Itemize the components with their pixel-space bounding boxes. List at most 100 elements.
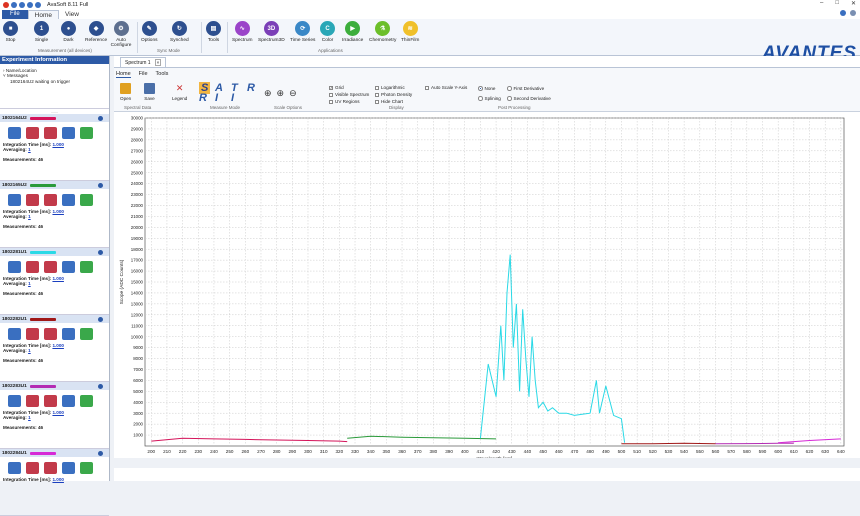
- averaging-link[interactable]: 1: [28, 415, 31, 420]
- checkbox-logarithmic[interactable]: Logarithmic: [375, 85, 405, 90]
- radio-second-derivative[interactable]: Second Derivative: [507, 96, 551, 101]
- horizontal-scrollbar[interactable]: [114, 458, 860, 468]
- checkbox-grid[interactable]: ✓ Grid: [329, 85, 344, 90]
- quick-stop-icon[interactable]: [11, 1, 17, 8]
- maximize-button[interactable]: □: [835, 0, 839, 7]
- averaging-link[interactable]: 1: [28, 281, 31, 286]
- spectrometer-header[interactable]: 1802281U1: [0, 248, 109, 256]
- mode-reflectance-button[interactable]: R: [199, 92, 207, 104]
- spectrometer-header[interactable]: 1802164U2: [0, 114, 109, 122]
- time-series-button[interactable]: ⟳ Time Series: [290, 21, 315, 43]
- stop-single-icon[interactable]: [26, 261, 39, 273]
- spectrum-chart[interactable]: 200 210 220 230 240 250 260 270 280 290 300 310 320 3…: [114, 113, 860, 481]
- integration-link[interactable]: 1.000: [52, 142, 64, 147]
- mode-absolute-irradiance-button[interactable]: R: [247, 82, 255, 94]
- checkbox-auto-scale-y-axis[interactable]: Auto Scale Y-Axis: [425, 85, 467, 90]
- spectrometer-header[interactable]: 1802283U1: [0, 382, 109, 390]
- radio-dot[interactable]: [478, 96, 483, 101]
- close-tab-icon[interactable]: ×: [154, 59, 162, 66]
- dark-save-icon[interactable]: [44, 395, 57, 407]
- stop-single-icon[interactable]: [26, 194, 39, 206]
- radio-dot[interactable]: [507, 86, 512, 91]
- power-icon[interactable]: [80, 127, 93, 139]
- averaging-link[interactable]: 1: [28, 147, 31, 152]
- checkbox-box[interactable]: [375, 99, 379, 104]
- collapse-icon[interactable]: [98, 182, 103, 188]
- start-icon[interactable]: [8, 127, 21, 139]
- integration-link[interactable]: 1.000: [52, 209, 64, 214]
- checkbox-box[interactable]: [425, 85, 429, 90]
- averaging-link[interactable]: 1: [28, 348, 31, 353]
- checkbox-hide-chart[interactable]: Hide Chart: [375, 99, 403, 104]
- tab-home[interactable]: Home: [27, 10, 60, 19]
- quick-single-icon[interactable]: [19, 1, 25, 8]
- radio-splining[interactable]: Splining: [478, 96, 501, 101]
- collapse-icon[interactable]: [98, 249, 103, 255]
- radio-none[interactable]: None: [478, 86, 495, 91]
- dark-save-icon[interactable]: [44, 127, 57, 139]
- stop-button[interactable]: ■ Stop: [3, 21, 18, 43]
- settings-icon[interactable]: [850, 10, 856, 16]
- tools-button[interactable]: ▤ Tools: [206, 21, 221, 43]
- averaging-link[interactable]: 1: [28, 214, 31, 219]
- options-button[interactable]: ✎ Options: [141, 21, 158, 43]
- radio-dot[interactable]: [507, 96, 512, 101]
- zoom-fit-icon[interactable]: ⊕: [277, 88, 285, 99]
- checkbox-box[interactable]: [375, 92, 379, 97]
- graph-icon[interactable]: [62, 462, 75, 474]
- reference-button[interactable]: ◆ Reference: [85, 21, 107, 43]
- checkbox-uv-regions[interactable]: UV Regions: [329, 99, 360, 104]
- quick-dark-icon[interactable]: [27, 1, 33, 8]
- inner-tab-home[interactable]: Home: [116, 71, 131, 78]
- power-icon[interactable]: [80, 395, 93, 407]
- collapse-icon[interactable]: [98, 316, 103, 322]
- start-icon[interactable]: [8, 328, 21, 340]
- mode-relative-irradiance-button[interactable]: I: [215, 92, 218, 104]
- checkbox-visible-spectrum[interactable]: Visible Spectrum: [329, 92, 369, 97]
- power-icon[interactable]: [80, 462, 93, 474]
- start-icon[interactable]: [8, 194, 21, 206]
- thinfilm-button[interactable]: ≋ ThinFilm: [401, 21, 419, 43]
- checkbox-box[interactable]: [329, 99, 333, 104]
- legend-button[interactable]: ✕ Legend: [172, 83, 187, 101]
- stop-single-icon[interactable]: [26, 395, 39, 407]
- power-icon[interactable]: [80, 261, 93, 273]
- integration-link[interactable]: 1.000: [52, 276, 64, 281]
- zoom-out-icon[interactable]: ⊖: [289, 88, 297, 99]
- open-button[interactable]: Open: [120, 83, 131, 101]
- start-icon[interactable]: [8, 261, 21, 273]
- dark-save-icon[interactable]: [44, 194, 57, 206]
- stop-single-icon[interactable]: [26, 328, 39, 340]
- checkbox-box[interactable]: [329, 92, 333, 97]
- checkbox-box[interactable]: ✓: [329, 85, 333, 90]
- start-icon[interactable]: [8, 462, 21, 474]
- chemometry-button[interactable]: ⚗ Chemometry: [369, 21, 396, 43]
- collapse-icon[interactable]: [98, 383, 103, 389]
- save-button[interactable]: Save: [144, 83, 155, 101]
- checkbox-photon-density[interactable]: Photon Density: [375, 92, 412, 97]
- collapse-icon[interactable]: [98, 450, 103, 456]
- power-icon[interactable]: [80, 328, 93, 340]
- dark-save-icon[interactable]: [44, 261, 57, 273]
- series-line-4[interactable]: [715, 442, 794, 445]
- help-icon[interactable]: [840, 10, 846, 16]
- integration-link[interactable]: 1.000: [52, 410, 64, 415]
- collapse-icon[interactable]: [98, 115, 103, 121]
- graph-icon[interactable]: [62, 127, 75, 139]
- graph-icon[interactable]: [62, 395, 75, 407]
- spectrometer-header[interactable]: 1802282U1: [0, 315, 109, 323]
- quick-reference-icon[interactable]: [35, 1, 41, 8]
- spectrometer-header[interactable]: 1802284U1: [0, 449, 109, 457]
- graph-icon[interactable]: [62, 328, 75, 340]
- integration-link[interactable]: 1.000: [52, 343, 64, 348]
- checkbox-box[interactable]: [375, 85, 379, 90]
- color-button[interactable]: C Color: [320, 21, 335, 43]
- tab-file[interactable]: File: [2, 10, 28, 19]
- tree-message[interactable]: 1802164U2 waiting on trigger: [10, 79, 106, 84]
- stop-single-icon[interactable]: [26, 127, 39, 139]
- synched-button[interactable]: ↻ Synched: [170, 21, 189, 43]
- single-button[interactable]: 1 Single: [34, 21, 49, 43]
- tab-view[interactable]: View: [59, 10, 85, 19]
- graph-icon[interactable]: [62, 261, 75, 273]
- zoom-in-icon[interactable]: ⊕: [264, 88, 272, 99]
